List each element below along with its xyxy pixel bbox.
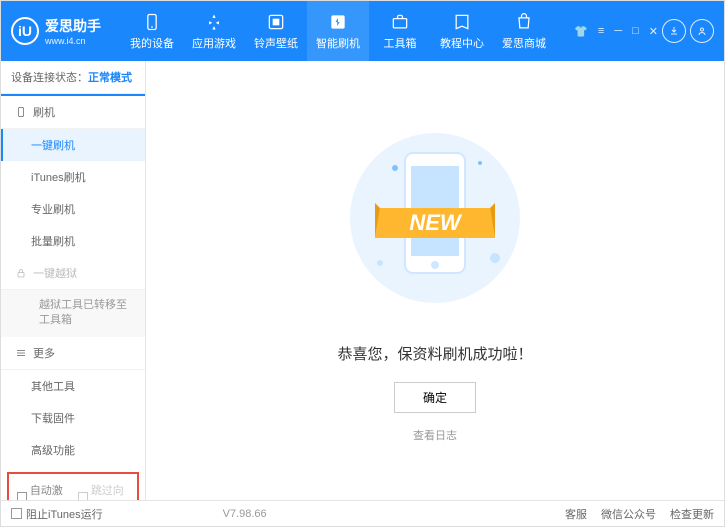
checkbox-auto-activate[interactable]: 自动激活 <box>17 482 68 500</box>
block-itunes-label: 阻止iTunes运行 <box>26 506 103 522</box>
checkbox-skip-guide: 跳过向导 <box>78 482 129 500</box>
nav-label: 应用游戏 <box>192 35 236 51</box>
sidebar-item-download-firmware[interactable]: 下载固件 <box>1 402 145 434</box>
nav-label: 工具箱 <box>384 35 417 51</box>
menu-icon[interactable]: ≡ <box>598 25 604 37</box>
section-label: 刷机 <box>33 104 55 120</box>
checkbox-label: 跳过向导 <box>91 482 129 500</box>
flash-section-icon <box>15 106 27 118</box>
top-nav: 我的设备 应用游戏 铃声壁纸 智能刷机 工具箱 教程中心 <box>121 1 574 61</box>
lock-icon <box>15 267 27 279</box>
nav-toolbox[interactable]: 工具箱 <box>369 1 431 61</box>
app-subtitle: www.i4.cn <box>45 36 101 46</box>
sidebar-item-oneclick-flash[interactable]: 一键刷机 <box>1 129 145 161</box>
apps-icon <box>204 12 224 32</box>
store-icon <box>514 12 534 32</box>
sidebar-section-flash[interactable]: 刷机 <box>1 94 145 129</box>
app-header: iU 爱思助手 www.i4.cn 我的设备 应用游戏 铃声壁纸 智能刷机 <box>1 1 724 61</box>
confirm-button[interactable]: 确定 <box>394 382 476 413</box>
checkbox-label: 自动激活 <box>30 482 68 500</box>
footer-link-support[interactable]: 客服 <box>565 506 587 522</box>
sidebar-item-advanced[interactable]: 高级功能 <box>1 434 145 466</box>
sidebar-item-pro-flash[interactable]: 专业刷机 <box>1 193 145 225</box>
nav-label: 智能刷机 <box>316 35 360 51</box>
sidebar-jailbreak-note: 越狱工具已转移至工具箱 <box>1 290 145 337</box>
success-message: 恭喜您，保资料刷机成功啦！ <box>337 343 532 364</box>
footer-link-wechat[interactable]: 微信公众号 <box>601 506 656 522</box>
sidebar-section-jailbreak[interactable]: 一键越狱 <box>1 257 145 290</box>
new-banner-text: NEW <box>409 210 463 235</box>
nav-smart-flash[interactable]: 智能刷机 <box>307 1 369 61</box>
sidebar: 设备连接状态：正常模式 刷机 一键刷机 iTunes刷机 专业刷机 批量刷机 一… <box>1 61 146 500</box>
tutorial-icon <box>452 12 472 32</box>
more-icon <box>15 347 27 359</box>
close-icon[interactable]: ✕ <box>649 25 658 38</box>
checkbox-icon <box>17 492 27 500</box>
sidebar-item-other-tools[interactable]: 其他工具 <box>1 370 145 402</box>
skin-icon[interactable]: 👕 <box>574 25 588 38</box>
logo: iU 爱思助手 www.i4.cn <box>11 16 101 46</box>
block-itunes-checkbox[interactable]: 阻止iTunes运行 <box>11 506 103 522</box>
sidebar-section-more[interactable]: 更多 <box>1 337 145 370</box>
app-title: 爱思助手 <box>45 16 101 36</box>
checkbox-icon <box>11 508 22 519</box>
nav-ringtone-wallpaper[interactable]: 铃声壁纸 <box>245 1 307 61</box>
footer: 阻止iTunes运行 V7.98.66 客服 微信公众号 检查更新 <box>1 500 724 526</box>
success-illustration: NEW <box>335 118 535 323</box>
sidebar-item-batch-flash[interactable]: 批量刷机 <box>1 225 145 257</box>
window-controls: 👕 ≡ ─ □ ✕ <box>574 25 658 38</box>
nav-label: 铃声壁纸 <box>254 35 298 51</box>
logo-icon: iU <box>11 17 39 45</box>
download-button[interactable] <box>662 19 686 43</box>
nav-label: 我的设备 <box>130 35 174 51</box>
section-label: 更多 <box>33 345 55 361</box>
checkbox-options: 自动激活 跳过向导 <box>7 472 139 500</box>
nav-apps-games[interactable]: 应用游戏 <box>183 1 245 61</box>
checkbox-icon <box>78 492 88 500</box>
nav-tutorial[interactable]: 教程中心 <box>431 1 493 61</box>
view-log-link[interactable]: 查看日志 <box>413 427 457 443</box>
user-icon <box>696 25 708 37</box>
minimize-icon[interactable]: ─ <box>614 25 622 37</box>
connection-label: 设备连接状态： <box>11 72 88 84</box>
version-label: V7.98.66 <box>223 508 267 520</box>
connection-status: 设备连接状态：正常模式 <box>1 61 145 94</box>
main-content: NEW 恭喜您，保资料刷机成功啦！ 确定 查看日志 <box>146 61 724 500</box>
connection-mode: 正常模式 <box>88 72 132 84</box>
section-label: 一键越狱 <box>33 265 77 281</box>
ringtone-icon <box>266 12 286 32</box>
maximize-icon[interactable]: □ <box>632 25 639 37</box>
user-button[interactable] <box>690 19 714 43</box>
flash-icon <box>328 12 348 32</box>
nav-store[interactable]: 爱思商城 <box>493 1 555 61</box>
toolbox-icon <box>390 12 410 32</box>
download-icon <box>668 25 680 37</box>
nav-label: 爱思商城 <box>502 35 546 51</box>
footer-link-update[interactable]: 检查更新 <box>670 506 714 522</box>
nav-my-device[interactable]: 我的设备 <box>121 1 183 61</box>
sidebar-item-itunes-flash[interactable]: iTunes刷机 <box>1 161 145 193</box>
nav-label: 教程中心 <box>440 35 484 51</box>
device-icon <box>142 12 162 32</box>
